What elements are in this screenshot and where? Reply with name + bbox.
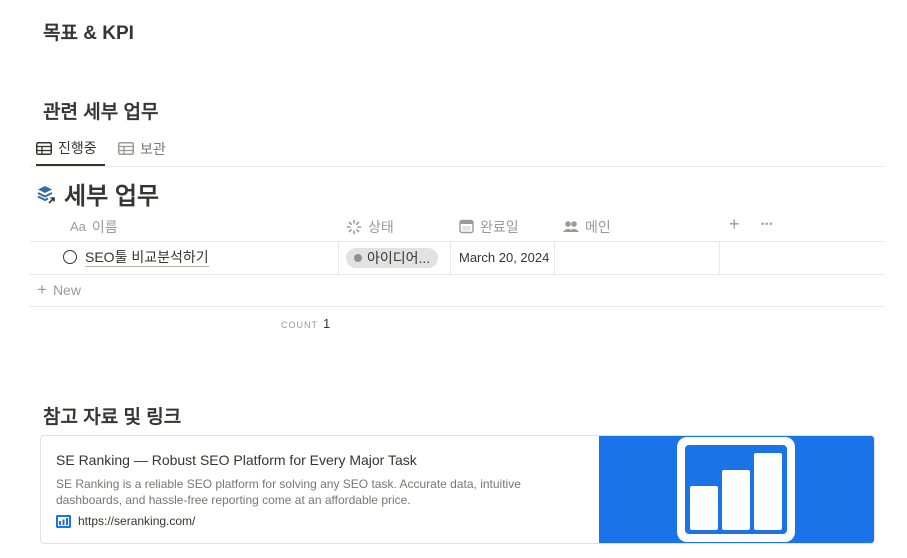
new-row-label: New [52, 282, 81, 298]
column-divider [719, 242, 720, 274]
count-value: 1 [323, 316, 331, 331]
text-property-icon: Aa [70, 219, 86, 234]
bookmark-description: SE Ranking is a reliable SEO platform fo… [56, 477, 521, 507]
task-circle-icon[interactable] [63, 250, 77, 264]
seranking-logo-icon [677, 437, 795, 542]
tab-archive-label: 보관 [140, 140, 166, 157]
table-bottom-divider [30, 306, 884, 307]
column-header-status[interactable]: 상태 [346, 212, 394, 241]
bookmark-title: SE Ranking — Robust SEO Platform for Eve… [56, 452, 417, 468]
task-due-date[interactable]: March 20, 2024 [459, 250, 549, 265]
status-spinner-icon [346, 219, 362, 234]
database-title-text: 세부 업무 [64, 183, 159, 210]
bookmark-image [599, 436, 874, 543]
bookmark-card[interactable]: SE Ranking — Robust SEO Platform for Eve… [40, 435, 875, 544]
row-count[interactable]: COUNT 1 [281, 316, 330, 331]
database-title[interactable]: 세부 업무 [36, 176, 159, 211]
heading-goals-kpi: 목표 & KPI [43, 23, 134, 44]
calendar-icon [459, 219, 474, 234]
site-favicon-icon [56, 514, 71, 528]
column-header-main-label: 메인 [585, 218, 611, 235]
tab-archive[interactable]: 보관 [118, 132, 166, 165]
add-column-button[interactable]: + [729, 214, 740, 235]
tab-in-progress[interactable]: 진행중 [36, 132, 105, 166]
table-header-divider [30, 241, 884, 242]
new-row-button[interactable]: + New [37, 280, 81, 299]
task-name[interactable]: SEO툴 비교분석하기 [85, 249, 209, 267]
task-main-cell[interactable] [555, 242, 719, 274]
status-dot-icon [354, 254, 362, 262]
column-header-name[interactable]: Aa 이름 [70, 212, 118, 241]
column-header-due-date-label: 완료일 [480, 218, 519, 235]
view-tabs: 진행중 보관 [30, 132, 884, 167]
more-options-button[interactable]: ••• [761, 219, 773, 229]
table-icon [36, 141, 52, 155]
column-header-status-label: 상태 [368, 218, 394, 235]
count-label: COUNT [281, 320, 318, 330]
heading-references: 참고 자료 및 링크 [43, 407, 182, 428]
column-header-name-label: 이름 [91, 218, 118, 235]
bookmark-url-text: https://seranking.com/ [78, 514, 196, 528]
table-icon [118, 142, 134, 155]
column-header-main[interactable]: 메인 [563, 212, 611, 241]
table-row-divider [30, 274, 884, 275]
bookmark-url: https://seranking.com/ [56, 514, 195, 528]
heading-related-tasks: 관련 세부 업무 [43, 102, 159, 123]
status-badge[interactable]: 아이디어... [346, 248, 439, 268]
stack-arrow-icon [37, 185, 55, 204]
people-icon [563, 221, 579, 232]
column-divider [450, 242, 451, 274]
column-divider [338, 242, 339, 274]
column-header-due-date[interactable]: 완료일 [459, 212, 519, 241]
plus-icon: + [37, 280, 47, 299]
tab-in-progress-label: 진행중 [58, 140, 97, 156]
status-badge-label: 아이디어... [367, 250, 431, 266]
